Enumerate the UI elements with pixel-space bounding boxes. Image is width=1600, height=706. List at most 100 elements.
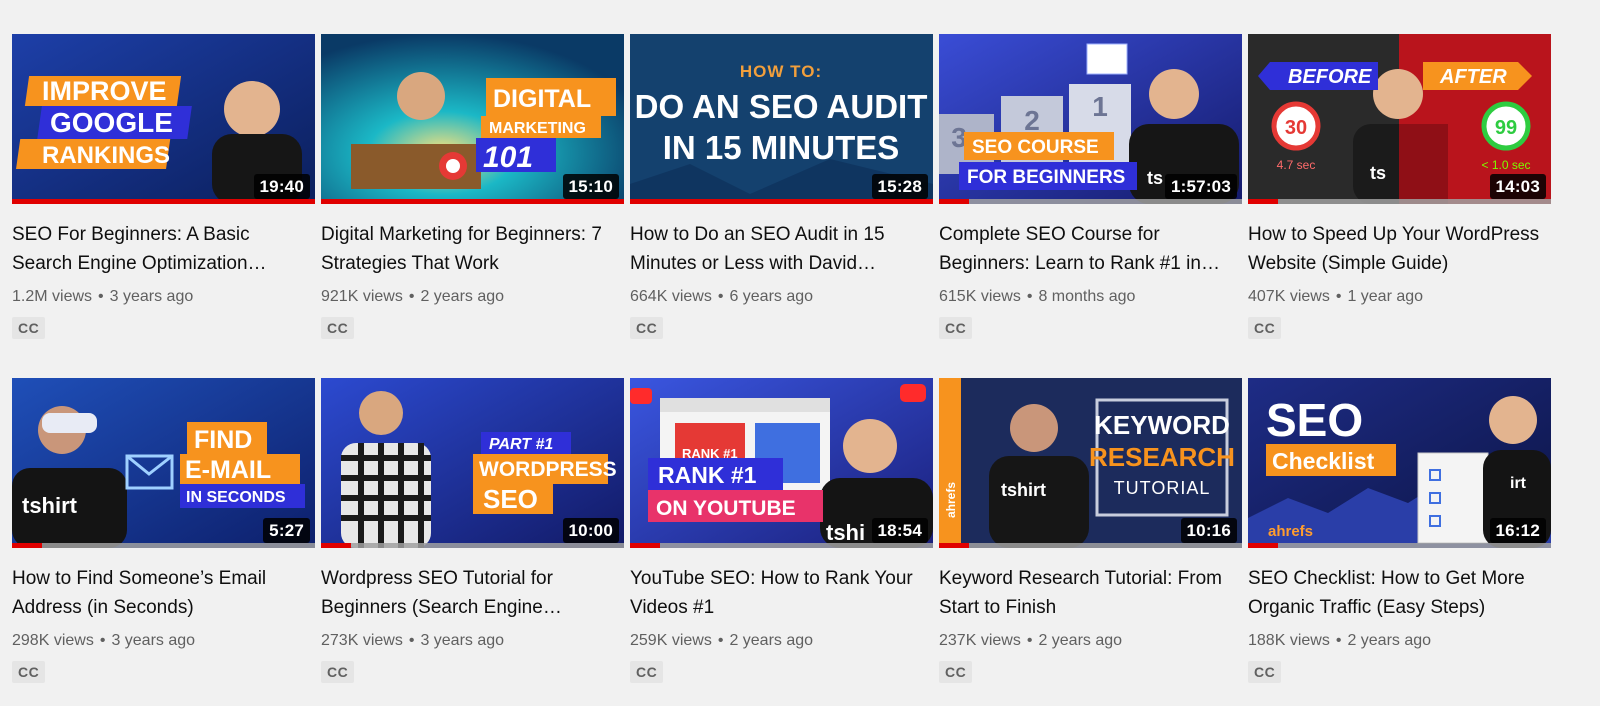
video-title[interactable]: How to Find Someone’s Email Address (in …	[12, 564, 315, 622]
video-metadata: 1.2M views • 3 years ago	[12, 288, 194, 305]
svg-text:4.7 sec: 4.7 sec	[1277, 158, 1316, 172]
video-title[interactable]: SEO For Beginners: A Basic Search Engine…	[12, 220, 315, 278]
svg-text:IN 15 MINUTES: IN 15 MINUTES	[663, 129, 900, 166]
video-title[interactable]: SEO Checklist: How to Get More Organic T…	[1248, 564, 1551, 622]
svg-text:HOW TO:: HOW TO:	[740, 62, 822, 81]
svg-text:MARKETING: MARKETING	[489, 120, 586, 137]
cc-badge: CC	[12, 661, 46, 683]
cc-badge: CC	[1248, 661, 1282, 683]
svg-text:SEO COURSE: SEO COURSE	[972, 137, 1099, 158]
svg-text:ts: ts	[1370, 163, 1386, 183]
video-thumbnail[interactable]: ts BEFORE AFTER 30 4.7 sec 99 < 1.0 sec …	[1248, 34, 1551, 204]
video-card[interactable]: DIGITAL MARKETING 101 15:10 Digital Mark…	[321, 34, 624, 362]
video-title[interactable]: Digital Marketing for Beginners: 7 Strat…	[321, 220, 624, 278]
cc-badge: CC	[939, 317, 973, 339]
cc-badge: CC	[12, 317, 46, 339]
video-card[interactable]: ahrefs tshirt KEYWORD RESEARCH TUTORIAL …	[939, 378, 1242, 706]
view-count: 237K views	[939, 632, 1021, 649]
svg-text:ON YOUTUBE: ON YOUTUBE	[656, 497, 796, 520]
video-thumbnail[interactable]: PART #1 WORDPRESS SEO 10:00	[321, 378, 624, 548]
video-card[interactable]: 1 2 3 ts SEO COURSE FOR BEGINNERS 1:57:0…	[939, 34, 1242, 362]
svg-text:RANK #1: RANK #1	[658, 462, 757, 488]
video-duration: 16:12	[1489, 518, 1546, 543]
video-card[interactable]: SEO Checklist ahrefs irt 16:12 SEO Check…	[1248, 378, 1551, 706]
svg-text:tshirt: tshirt	[22, 493, 78, 518]
svg-text:IMPROVE: IMPROVE	[42, 76, 167, 106]
video-metadata: 237K views • 2 years ago	[939, 632, 1123, 649]
video-metadata: 407K views • 1 year ago	[1248, 288, 1424, 305]
cc-badge: CC	[1248, 317, 1282, 339]
upload-age: 3 years ago	[111, 632, 196, 649]
watch-progress-bar	[12, 543, 315, 548]
video-duration: 1:57:03	[1165, 174, 1237, 199]
video-thumbnail[interactable]: DIGITAL MARKETING 101 15:10	[321, 34, 624, 204]
video-card[interactable]: RANK #1 tshi RANK #1 ON YOUTUBE 18:54 Yo…	[630, 378, 933, 706]
svg-text:TUTORIAL: TUTORIAL	[1114, 478, 1211, 498]
svg-text:WORDPRESS: WORDPRESS	[479, 458, 617, 481]
svg-text:PART #1: PART #1	[489, 436, 553, 453]
upload-age: 8 months ago	[1038, 288, 1136, 305]
svg-text:GOOGLE: GOOGLE	[50, 107, 173, 138]
svg-text:tshi: tshi	[826, 520, 865, 545]
video-title[interactable]: Complete SEO Course for Beginners: Learn…	[939, 220, 1242, 278]
video-card[interactable]: tshirt FIND E-MAIL IN SECONDS 5:27 How t…	[12, 378, 315, 706]
video-title[interactable]: Keyword Research Tutorial: From Start to…	[939, 564, 1242, 622]
video-card[interactable]: IMPROVE GOOGLE RANKINGS 19:40 SEO For Be…	[12, 34, 315, 362]
upload-age: 2 years ago	[1347, 632, 1432, 649]
upload-age: 3 years ago	[109, 288, 194, 305]
watch-progress-bar	[12, 199, 315, 204]
view-count: 664K views	[630, 288, 712, 305]
view-count: 921K views	[321, 288, 403, 305]
video-thumbnail[interactable]: HOW TO: DO AN SEO AUDIT IN 15 MINUTES 15…	[630, 34, 933, 204]
svg-text:DO AN SEO AUDIT: DO AN SEO AUDIT	[635, 88, 928, 125]
svg-text:FIND: FIND	[194, 426, 252, 454]
svg-text:< 1.0 sec: < 1.0 sec	[1481, 158, 1530, 172]
svg-text:RESEARCH: RESEARCH	[1089, 442, 1235, 472]
video-thumbnail[interactable]: SEO Checklist ahrefs irt 16:12	[1248, 378, 1551, 548]
video-title[interactable]: How to Do an SEO Audit in 15 Minutes or …	[630, 220, 933, 278]
svg-text:1: 1	[1092, 91, 1108, 122]
video-thumbnail[interactable]: IMPROVE GOOGLE RANKINGS 19:40	[12, 34, 315, 204]
cc-badge: CC	[321, 661, 355, 683]
watch-progress-bar	[1248, 199, 1551, 204]
svg-text:KEYWORD: KEYWORD	[1094, 410, 1230, 440]
cc-badge: CC	[630, 661, 664, 683]
view-count: 407K views	[1248, 288, 1330, 305]
watch-progress-bar	[1248, 543, 1551, 548]
video-card[interactable]: PART #1 WORDPRESS SEO 10:00 Wordpress SE…	[321, 378, 624, 706]
video-metadata: 188K views • 2 years ago	[1248, 632, 1432, 649]
svg-text:99: 99	[1495, 117, 1517, 139]
video-card[interactable]: HOW TO: DO AN SEO AUDIT IN 15 MINUTES 15…	[630, 34, 933, 362]
video-duration: 5:27	[263, 518, 310, 543]
video-thumbnail[interactable]: ahrefs tshirt KEYWORD RESEARCH TUTORIAL …	[939, 378, 1242, 548]
svg-text:FOR BEGINNERS: FOR BEGINNERS	[967, 167, 1125, 188]
video-title[interactable]: YouTube SEO: How to Rank Your Videos #1	[630, 564, 933, 622]
upload-age: 6 years ago	[729, 288, 814, 305]
video-thumbnail[interactable]: 1 2 3 ts SEO COURSE FOR BEGINNERS 1:57:0…	[939, 34, 1242, 204]
video-duration: 19:40	[253, 174, 310, 199]
upload-age: 3 years ago	[420, 632, 505, 649]
view-count: 259K views	[630, 632, 712, 649]
svg-text:ahrefs: ahrefs	[1268, 523, 1313, 540]
cc-badge: CC	[939, 661, 973, 683]
video-duration: 15:28	[871, 174, 928, 199]
video-title[interactable]: Wordpress SEO Tutorial for Beginners (Se…	[321, 564, 624, 622]
video-card[interactable]: ts BEFORE AFTER 30 4.7 sec 99 < 1.0 sec …	[1248, 34, 1551, 362]
view-count: 1.2M views	[12, 288, 93, 305]
video-thumbnail[interactable]: tshirt FIND E-MAIL IN SECONDS 5:27	[12, 378, 315, 548]
svg-text:AFTER: AFTER	[1439, 66, 1507, 88]
video-metadata: 921K views • 2 years ago	[321, 288, 505, 305]
cc-badge: CC	[321, 317, 355, 339]
view-count: 188K views	[1248, 632, 1330, 649]
watch-progress-bar	[939, 199, 1242, 204]
watch-progress-bar	[630, 543, 933, 548]
video-duration: 15:10	[562, 174, 619, 199]
svg-text:ahrefs: ahrefs	[944, 482, 958, 518]
video-title[interactable]: How to Speed Up Your WordPress Website (…	[1248, 220, 1551, 278]
video-duration: 18:54	[871, 518, 928, 543]
video-metadata: 664K views • 6 years ago	[630, 288, 814, 305]
upload-age: 2 years ago	[420, 288, 505, 305]
svg-text:E-MAIL: E-MAIL	[185, 456, 271, 484]
video-thumbnail[interactable]: RANK #1 tshi RANK #1 ON YOUTUBE 18:54	[630, 378, 933, 548]
svg-text:SEO: SEO	[1266, 394, 1363, 446]
